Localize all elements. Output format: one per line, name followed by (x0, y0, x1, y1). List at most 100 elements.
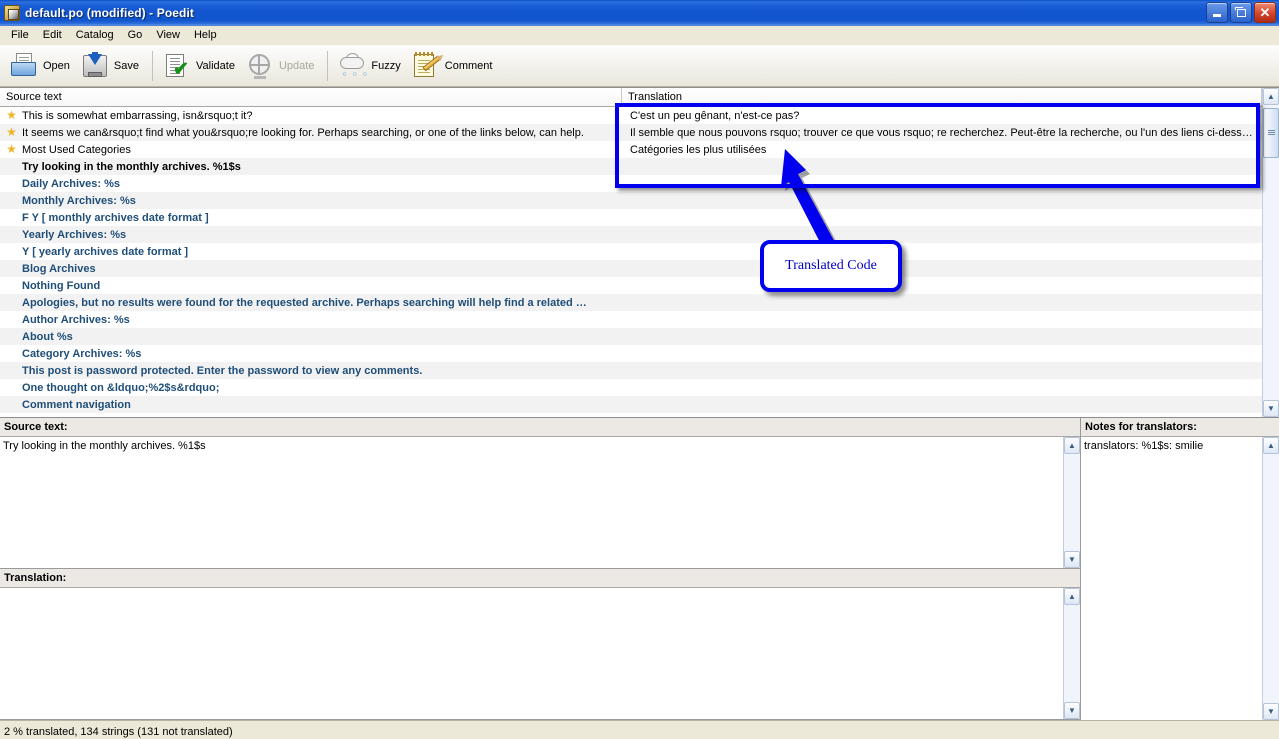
list-vertical-scrollbar[interactable]: ▲ ▼ (1262, 88, 1279, 417)
source-text-scrollbar[interactable]: ▲ ▼ (1063, 437, 1080, 568)
cell-source: ★ It seems we can&rsquo;t find what you&r… (0, 127, 622, 139)
table-row[interactable]: ★Try looking in the monthly archives. %1… (0, 158, 1262, 175)
table-row[interactable]: ★One thought on &ldquo;%2$s&rdquo; (0, 379, 1262, 396)
restore-button[interactable] (1230, 2, 1252, 23)
source-text-cell-label: Y [ yearly archives date format ] (22, 245, 189, 258)
toolbar-validate-button[interactable]: ✔ Validate (159, 48, 242, 84)
poedit-app-icon (4, 5, 20, 21)
catalog-list: Source text Translation ★ This is somewha… (0, 87, 1279, 417)
menu-view[interactable]: View (149, 27, 187, 43)
window-title: default.po (modified) - Poedit (25, 6, 194, 20)
toolbar-update-label: Update (278, 59, 315, 72)
source-text-cell-label: Category Archives: %s (22, 347, 142, 360)
source-text-cell-label: Daily Archives: %s (22, 177, 121, 190)
source-text-cell-label: Apologies, but no results were found for… (22, 296, 587, 309)
comment-notepad-icon (411, 51, 441, 81)
source-text-cell-label: Nothing Found (22, 279, 101, 292)
cell-source: ★Y [ yearly archives date format ] (0, 246, 622, 258)
cell-translation: Il semble que nous pouvons rsquo; trouve… (630, 126, 1253, 139)
source-text-cell-label: Most Used Categories (22, 143, 131, 156)
annotation-callout-label: Translated Code (785, 258, 877, 273)
toolbar-comment-button[interactable]: Comment (408, 48, 500, 84)
table-row[interactable]: ★ This is somewhat embarrassing, isn&rsqu… (0, 107, 1262, 124)
menu-edit[interactable]: Edit (36, 27, 69, 43)
table-row[interactable]: ★Blog Archives (0, 260, 1262, 277)
source-scroll-up-icon[interactable]: ▲ (1064, 437, 1080, 454)
notes-value: translators: %1$s: smilie (1084, 440, 1204, 452)
toolbar-separator-2 (327, 50, 329, 81)
cell-source: ★F Y [ monthly archives date format ] (0, 212, 622, 224)
source-text-cell-label: About %s (22, 330, 73, 343)
column-header-source[interactable]: Source text (0, 88, 622, 106)
menu-file[interactable]: File (4, 27, 36, 43)
table-row[interactable]: ★ It seems we can&rsquo;t find what you&r… (0, 124, 1262, 141)
table-row[interactable]: ★About %s (0, 328, 1262, 345)
star-icon: ★ (6, 109, 17, 122)
star-icon: ★ (6, 126, 17, 139)
source-text-cell-label: Author Archives: %s (22, 313, 130, 326)
scroll-thumb[interactable] (1263, 108, 1279, 158)
menu-go[interactable]: Go (121, 27, 150, 43)
source-text-cell-label: Monthly Archives: %s (22, 194, 136, 207)
translation-input[interactable] (0, 588, 1063, 719)
scroll-down-icon[interactable]: ▼ (1263, 400, 1279, 417)
table-row[interactable]: ★Monthly Archives: %s (0, 192, 1262, 209)
table-row[interactable]: ★ Most Used Categories Catégories les plus… (0, 141, 1262, 158)
scroll-up-icon[interactable]: ▲ (1263, 88, 1279, 105)
annotation-callout: Translated Code (760, 240, 902, 292)
notes-scroll-up-icon[interactable]: ▲ (1263, 437, 1279, 454)
toolbar: Open Save ✔ Validate Update ○ ○ ○ Fuzzy … (0, 45, 1279, 87)
cell-source: ★ This is somewhat embarrassing, isn&rsqu… (0, 110, 622, 122)
toolbar-open-label: Open (43, 59, 70, 72)
translation-scroll-up-icon[interactable]: ▲ (1064, 588, 1080, 605)
translation-scrollbar[interactable]: ▲ ▼ (1063, 588, 1080, 719)
editor-panes: Source text: Try looking in the monthly … (0, 417, 1279, 720)
notes-scroll-track[interactable] (1263, 454, 1279, 703)
toolbar-open-button[interactable]: Open (6, 48, 77, 84)
cell-source: ★Category Archives: %s (0, 348, 622, 360)
minimize-icon (1213, 14, 1221, 17)
table-row[interactable]: ★Apologies, but no results were found fo… (0, 294, 1262, 311)
translation-scroll-down-icon[interactable]: ▼ (1064, 702, 1080, 719)
translation-pane-label: Translation: (0, 569, 1080, 588)
toolbar-update-button[interactable]: Update (242, 48, 321, 84)
source-scroll-track[interactable] (1064, 454, 1080, 551)
cell-translation: Catégories les plus utilisées (630, 143, 767, 156)
table-row[interactable]: ★F Y [ monthly archives date format ] (0, 209, 1262, 226)
table-row[interactable]: ★Author Archives: %s (0, 311, 1262, 328)
cell-source: ★Blog Archives (0, 263, 622, 275)
source-scroll-down-icon[interactable]: ▼ (1064, 551, 1080, 568)
source-text-cell-label: This is somewhat embarrassing, isn&rsquo… (22, 109, 253, 122)
notes-pane-label: Notes for translators: (1081, 418, 1279, 437)
table-row[interactable]: ★Nothing Found (0, 277, 1262, 294)
notes-scrollbar[interactable]: ▲ ▼ (1262, 437, 1279, 720)
source-text-cell-label: This post is password protected. Enter t… (22, 364, 423, 377)
table-row[interactable]: ★This post is password protected. Enter … (0, 362, 1262, 379)
scroll-track[interactable] (1263, 105, 1279, 400)
toolbar-validate-label: Validate (196, 59, 235, 72)
menu-catalog[interactable]: Catalog (69, 27, 121, 43)
cell-source: ★Nothing Found (0, 280, 622, 292)
update-globe-icon (245, 51, 275, 81)
column-header-translation[interactable]: Translation (622, 88, 1262, 106)
notes-scroll-down-icon[interactable]: ▼ (1263, 703, 1279, 720)
table-row[interactable]: ★Daily Archives: %s (0, 175, 1262, 192)
table-row[interactable]: ★Comment navigation (0, 396, 1262, 413)
toolbar-save-button[interactable]: Save (77, 48, 146, 84)
cell-source: ★Comment navigation (0, 399, 622, 411)
list-rows: ★ This is somewhat embarrassing, isn&rsqu… (0, 107, 1262, 417)
cell-source: ★Try looking in the monthly archives. %1… (0, 161, 622, 173)
table-row[interactable]: ★Yearly Archives: %s (0, 226, 1262, 243)
cell-source: ★ Most Used Categories (0, 144, 622, 156)
translation-scroll-track[interactable] (1064, 605, 1080, 702)
notes-body: translators: %1$s: smilie ▲ ▼ (1081, 437, 1279, 720)
minimize-button[interactable] (1206, 2, 1228, 23)
table-row[interactable]: ★Category Archives: %s (0, 345, 1262, 362)
cell-source: ★One thought on &ldquo;%2$s&rdquo; (0, 382, 622, 394)
cell-source: ★Daily Archives: %s (0, 178, 622, 190)
toolbar-fuzzy-button[interactable]: ○ ○ ○ Fuzzy (334, 48, 407, 84)
source-text-cell-label: It seems we can&rsquo;t find what you&rs… (22, 126, 584, 139)
table-row[interactable]: ★Y [ yearly archives date format ] (0, 243, 1262, 260)
close-button[interactable]: ✕ (1254, 2, 1276, 23)
menu-help[interactable]: Help (187, 27, 224, 43)
